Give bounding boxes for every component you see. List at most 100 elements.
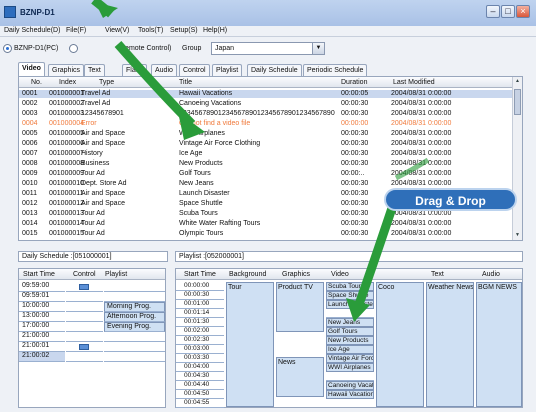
- pl-video-item[interactable]: New Products: [326, 336, 374, 345]
- pl-graphics-block[interactable]: Product TV: [276, 282, 324, 332]
- media-row[interactable]: 0009 001000009 Tour Ad Golf Tours 00:00:.. 20…: [19, 170, 513, 178]
- media-row[interactable]: 0015 001000015 Tour Ad Olympic Tours 00:00:3…: [19, 230, 513, 238]
- pl-video-item[interactable]: Launch Disaster: [326, 300, 374, 309]
- menu-file[interactable]: File(F): [66, 27, 86, 34]
- tab-control[interactable]: Control: [179, 64, 210, 76]
- tab-periodic-schedule[interactable]: Periodic Schedule: [303, 64, 368, 76]
- tab-video[interactable]: Video: [18, 62, 45, 76]
- pl-background-block[interactable]: Tour: [226, 282, 274, 407]
- pl-video-item[interactable]: New Jeans: [326, 318, 374, 327]
- media-row[interactable]: 0008 001000008 Business New Products 00:00:3…: [19, 160, 513, 168]
- daily-playlist[interactable]: [104, 282, 165, 292]
- daily-control[interactable]: [66, 312, 103, 322]
- pl-text-block[interactable]: Weather News: [426, 282, 474, 407]
- daily-playlist[interactable]: Evening Prog.: [104, 322, 165, 332]
- pl-video-item[interactable]: [326, 309, 374, 318]
- playlist-time[interactable]: 00:03:30: [176, 354, 224, 363]
- daily-control[interactable]: [66, 282, 103, 292]
- col-duration[interactable]: Duration: [341, 79, 367, 86]
- daily-playlist[interactable]: Morning Prog.: [104, 302, 165, 312]
- pl-video-item[interactable]: [326, 372, 374, 381]
- menu-daily-schedule[interactable]: Daily Schedule(D): [4, 27, 60, 34]
- media-row[interactable]: 0010 001000010 Dept. Store Ad New Jeans 00:0…: [19, 180, 513, 188]
- daily-time[interactable]: 10:00:00: [19, 302, 65, 312]
- pl-video-item[interactable]: Space Shuttle: [326, 291, 374, 300]
- pl-extra-block[interactable]: Coco: [376, 282, 424, 407]
- daily-playlist[interactable]: [104, 332, 165, 342]
- daily-control[interactable]: [66, 292, 103, 302]
- media-row[interactable]: 0001 001000001 Travel Ad Hawaii Vacations 00…: [19, 90, 513, 98]
- daily-time[interactable]: 21:00:01: [19, 342, 65, 352]
- scroll-up-icon[interactable]: ▲: [513, 77, 522, 86]
- playlist-time[interactable]: 00:01:14: [176, 309, 224, 318]
- daily-control[interactable]: [66, 302, 103, 312]
- tab-daily-schedule[interactable]: Daily Schedule: [247, 64, 302, 76]
- daily-time[interactable]: 09:59:01: [19, 292, 65, 302]
- playlist-time[interactable]: 00:04:50: [176, 390, 224, 399]
- minimize-icon[interactable]: –: [486, 5, 500, 18]
- menu-tools[interactable]: Tools(T): [138, 27, 163, 34]
- media-row[interactable]: 0006 001000006 Air and Space Vintage Air Fo…: [19, 140, 513, 148]
- pl-graphics-block-2[interactable]: News: [276, 357, 324, 397]
- media-row[interactable]: 0014 001000014 Tour Ad White Water Rafting …: [19, 220, 513, 228]
- daily-control[interactable]: [66, 342, 103, 352]
- daily-time[interactable]: 09:59:00: [19, 282, 65, 292]
- tab-graphics[interactable]: Graphics: [48, 64, 85, 76]
- daily-playlist[interactable]: [104, 292, 165, 302]
- media-scrollbar[interactable]: ▲ ▼: [512, 77, 522, 240]
- daily-time[interactable]: 13:00:00: [19, 312, 65, 322]
- daily-control[interactable]: [66, 332, 103, 342]
- col-last-modified[interactable]: Last Modified: [393, 79, 435, 86]
- media-row[interactable]: 0004 001000004 Error Cannot find a video fi…: [19, 120, 513, 128]
- col-index[interactable]: Index: [59, 79, 76, 86]
- playlist-time[interactable]: 00:00:00: [176, 282, 224, 291]
- playlist-time[interactable]: 00:04:00: [176, 363, 224, 372]
- pl-video-item[interactable]: Golf Tours: [326, 327, 374, 336]
- daily-time[interactable]: 17:00:00: [19, 322, 65, 332]
- col-no[interactable]: No.: [31, 79, 42, 86]
- pl-video-item[interactable]: WWI Airplanes: [326, 363, 374, 372]
- playlist-time[interactable]: 00:02:00: [176, 327, 224, 336]
- daily-playlist[interactable]: [104, 342, 165, 352]
- menu-setup[interactable]: Setup(S): [170, 27, 198, 34]
- tab-flash[interactable]: Flash: [122, 64, 148, 76]
- daily-control[interactable]: [66, 352, 103, 362]
- media-row[interactable]: 0005 001000005 Air and Space WWI Airplanes 0…: [19, 130, 513, 138]
- playlist-time[interactable]: 00:01:30: [176, 318, 224, 327]
- daily-time[interactable]: 21:00:02: [19, 352, 65, 362]
- chevron-down-icon[interactable]: ▼: [312, 43, 324, 54]
- media-row[interactable]: 0007 001000007 History Ice Age 00:00:30 2004/…: [19, 150, 513, 158]
- media-row[interactable]: 0003 001000003 12345678901 1234567890123456…: [19, 110, 513, 118]
- radio-remote-control[interactable]: [69, 44, 78, 53]
- playlist-time[interactable]: 00:01:00: [176, 300, 224, 309]
- playlist-time[interactable]: 00:04:30: [176, 372, 224, 381]
- col-title[interactable]: Title: [179, 79, 192, 86]
- pl-audio-block[interactable]: BGM NEWS: [476, 282, 522, 407]
- pl-video-item[interactable]: Hawaii Vacations: [326, 390, 374, 399]
- radio-local-pc[interactable]: [3, 44, 12, 53]
- menu-view[interactable]: View(V): [105, 27, 129, 34]
- playlist-time[interactable]: 00:02:30: [176, 336, 224, 345]
- maximize-icon[interactable]: □: [501, 5, 515, 18]
- tab-text[interactable]: Text: [84, 64, 105, 76]
- pl-video-item[interactable]: Ice Age: [326, 345, 374, 354]
- playlist-time[interactable]: 00:03:00: [176, 345, 224, 354]
- col-type[interactable]: Type: [99, 79, 114, 86]
- close-icon[interactable]: ×: [516, 5, 530, 18]
- daily-time[interactable]: 21:00:00: [19, 332, 65, 342]
- scroll-thumb[interactable]: [514, 89, 521, 115]
- pl-video-item[interactable]: Canoeing Vacations: [326, 381, 374, 390]
- daily-playlist[interactable]: Afternoon Prog.: [104, 312, 165, 322]
- daily-control[interactable]: [66, 322, 103, 332]
- playlist-time[interactable]: 00:04:40: [176, 381, 224, 390]
- pl-video-item[interactable]: Scuba Tours: [326, 282, 374, 291]
- playlist-time[interactable]: 00:04:55: [176, 399, 224, 408]
- group-select[interactable]: Japan ▼: [211, 42, 325, 55]
- media-row[interactable]: 0002 001000002 Travel Ad Canoeing Vacations…: [19, 100, 513, 108]
- scroll-down-icon[interactable]: ▼: [513, 231, 522, 240]
- daily-playlist[interactable]: [104, 352, 165, 362]
- tab-audio[interactable]: Audio: [151, 64, 177, 76]
- playlist-time[interactable]: 00:00:30: [176, 291, 224, 300]
- menu-help[interactable]: Help(H): [203, 27, 227, 34]
- tab-playlist[interactable]: Playlist: [212, 64, 243, 76]
